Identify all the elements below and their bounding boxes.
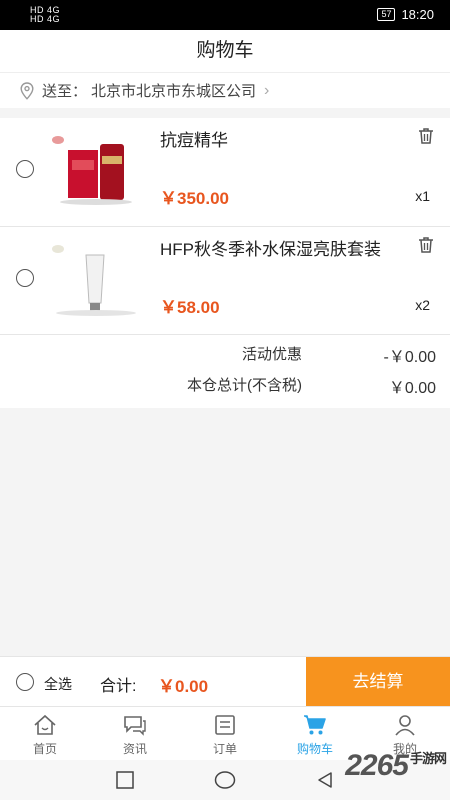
cart-icon [304,715,326,735]
trash-icon[interactable] [416,126,436,146]
home-icon [34,714,56,735]
watermark-text: 手游网 [409,751,447,766]
product-name[interactable]: 抗痘精华 [160,126,228,151]
select-all-label[interactable]: 全选 [44,674,72,694]
discount-label: 活动优惠 [241,346,302,363]
checkout-bar: 全选 合计: ￥0.00 去结算 [0,656,450,707]
cart-item: HFP秋冬季补水保湿亮肤套装 ￥58.00 x2 [0,226,450,334]
order-icon [215,715,235,735]
recent-apps-icon[interactable] [116,771,134,789]
tab-orders[interactable]: 订单 [180,707,270,760]
select-all-radio[interactable] [16,673,34,691]
status-right: 57 18:20 [377,7,434,22]
product-price: ￥58.00 [160,298,220,317]
product-image [46,237,146,317]
total-value: ￥0.00 [158,677,209,696]
back-button-icon[interactable] [316,771,334,789]
product-price: ￥350.00 [160,189,229,208]
trash-icon[interactable] [416,235,436,255]
product-name[interactable]: HFP秋冬季补水保湿亮肤套装 [160,235,381,260]
total-label: 合计: [100,678,137,695]
signal-line-2: HD 4G [30,14,61,24]
user-icon [395,715,415,736]
watermark-logo: 2265 手游网 [345,748,447,783]
delivery-address-bar[interactable]: 送至： 北京市北京市东城区公司 › [0,72,450,108]
item-select-radio[interactable] [16,160,34,178]
product-image [46,128,146,208]
signal-indicator: HD 4G HD 4G [30,6,60,24]
chevron-right-icon: › [264,81,270,99]
product-quantity: x1 [415,188,430,204]
location-pin-icon [20,81,34,100]
status-bar: HD 4G HD 4G 57 18:20 [0,0,450,30]
tab-home[interactable]: 首页 [0,707,90,760]
tab-label: 首页 [32,742,57,756]
discount-value: -￥0.00 [383,349,436,366]
subtotal-row: 本仓总计(不含税) ￥0.00 [0,368,450,398]
watermark-number: 2265 [345,749,409,782]
cart-summary: 活动优惠 -￥0.00 本仓总计(不含税) ￥0.00 [0,334,450,408]
clock: 18:20 [401,7,434,22]
subtotal-label: 本仓总计(不含税) [187,377,302,394]
tab-label: 订单 [212,742,237,756]
subtotal-value: ￥0.00 [388,380,436,397]
cart-item: 抗痘精华 ￥350.00 x1 [0,118,450,226]
tab-news[interactable]: 资讯 [90,707,180,760]
chat-icon [124,716,146,736]
page-title: 购物车 [0,30,450,72]
cart-list: 抗痘精华 ￥350.00 x1 HFP秋冬季补水保湿亮肤套装 ￥58.00 x2… [0,118,450,408]
product-quantity: x2 [415,297,430,313]
discount-row: 活动优惠 -￥0.00 [0,337,450,367]
address-text: 北京市北京市东城区公司 [91,83,257,100]
tab-label: 资讯 [122,742,147,756]
battery-icon: 57 [377,8,396,21]
address-prefix: 送至： [42,83,88,100]
home-button-icon[interactable] [214,771,236,789]
checkout-button[interactable]: 去结算 [306,657,450,707]
item-select-radio[interactable] [16,269,34,287]
